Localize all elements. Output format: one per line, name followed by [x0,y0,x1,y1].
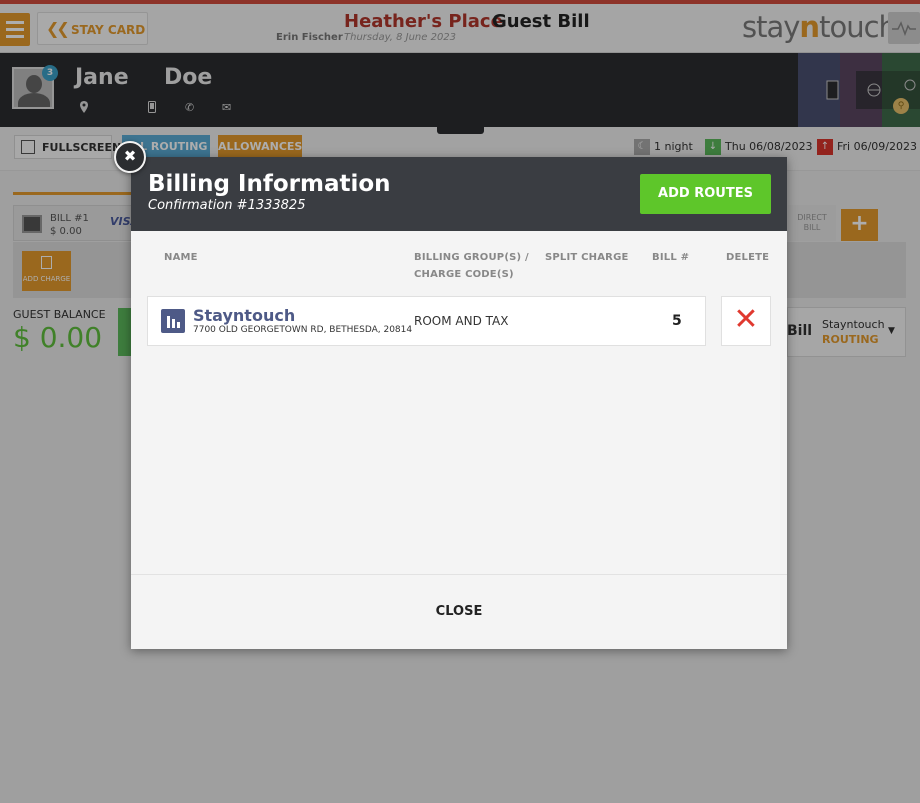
col-name-header: NAME [164,252,198,263]
route-address: 7700 OLD GEORGETOWN RD, BETHESDA, 20814 [193,325,413,335]
company-building-icon [161,309,185,333]
col-delete-header: DELETE [726,252,770,263]
billing-information-modal: Billing Information Confirmation #133382… [131,157,787,649]
add-routes-button[interactable]: ADD ROUTES [640,174,771,214]
col-bill-number-header: BILL # [652,252,690,263]
modal-title: Billing Information [148,171,391,197]
confirmation-number: Confirmation #1333825 [148,198,306,213]
route-name: Stayntouch [193,306,296,325]
modal-header: Billing Information Confirmation #133382… [131,157,787,231]
col-billing-group-header: BILLING GROUP(S) / CHARGE CODE(S) [414,252,529,280]
route-bill-number: 5 [672,313,682,329]
close-icon[interactable]: ✖ [114,141,146,173]
delete-route-button[interactable]: ✕ [721,296,771,346]
col-split-charge-header: SPLIT CHARGE [545,252,629,263]
close-button[interactable]: CLOSE [409,599,509,625]
route-billing-group: ROOM AND TAX [414,314,509,328]
modal-footer: CLOSE [131,574,787,649]
route-row[interactable]: Stayntouch 7700 OLD GEORGETOWN RD, BETHE… [147,296,706,346]
